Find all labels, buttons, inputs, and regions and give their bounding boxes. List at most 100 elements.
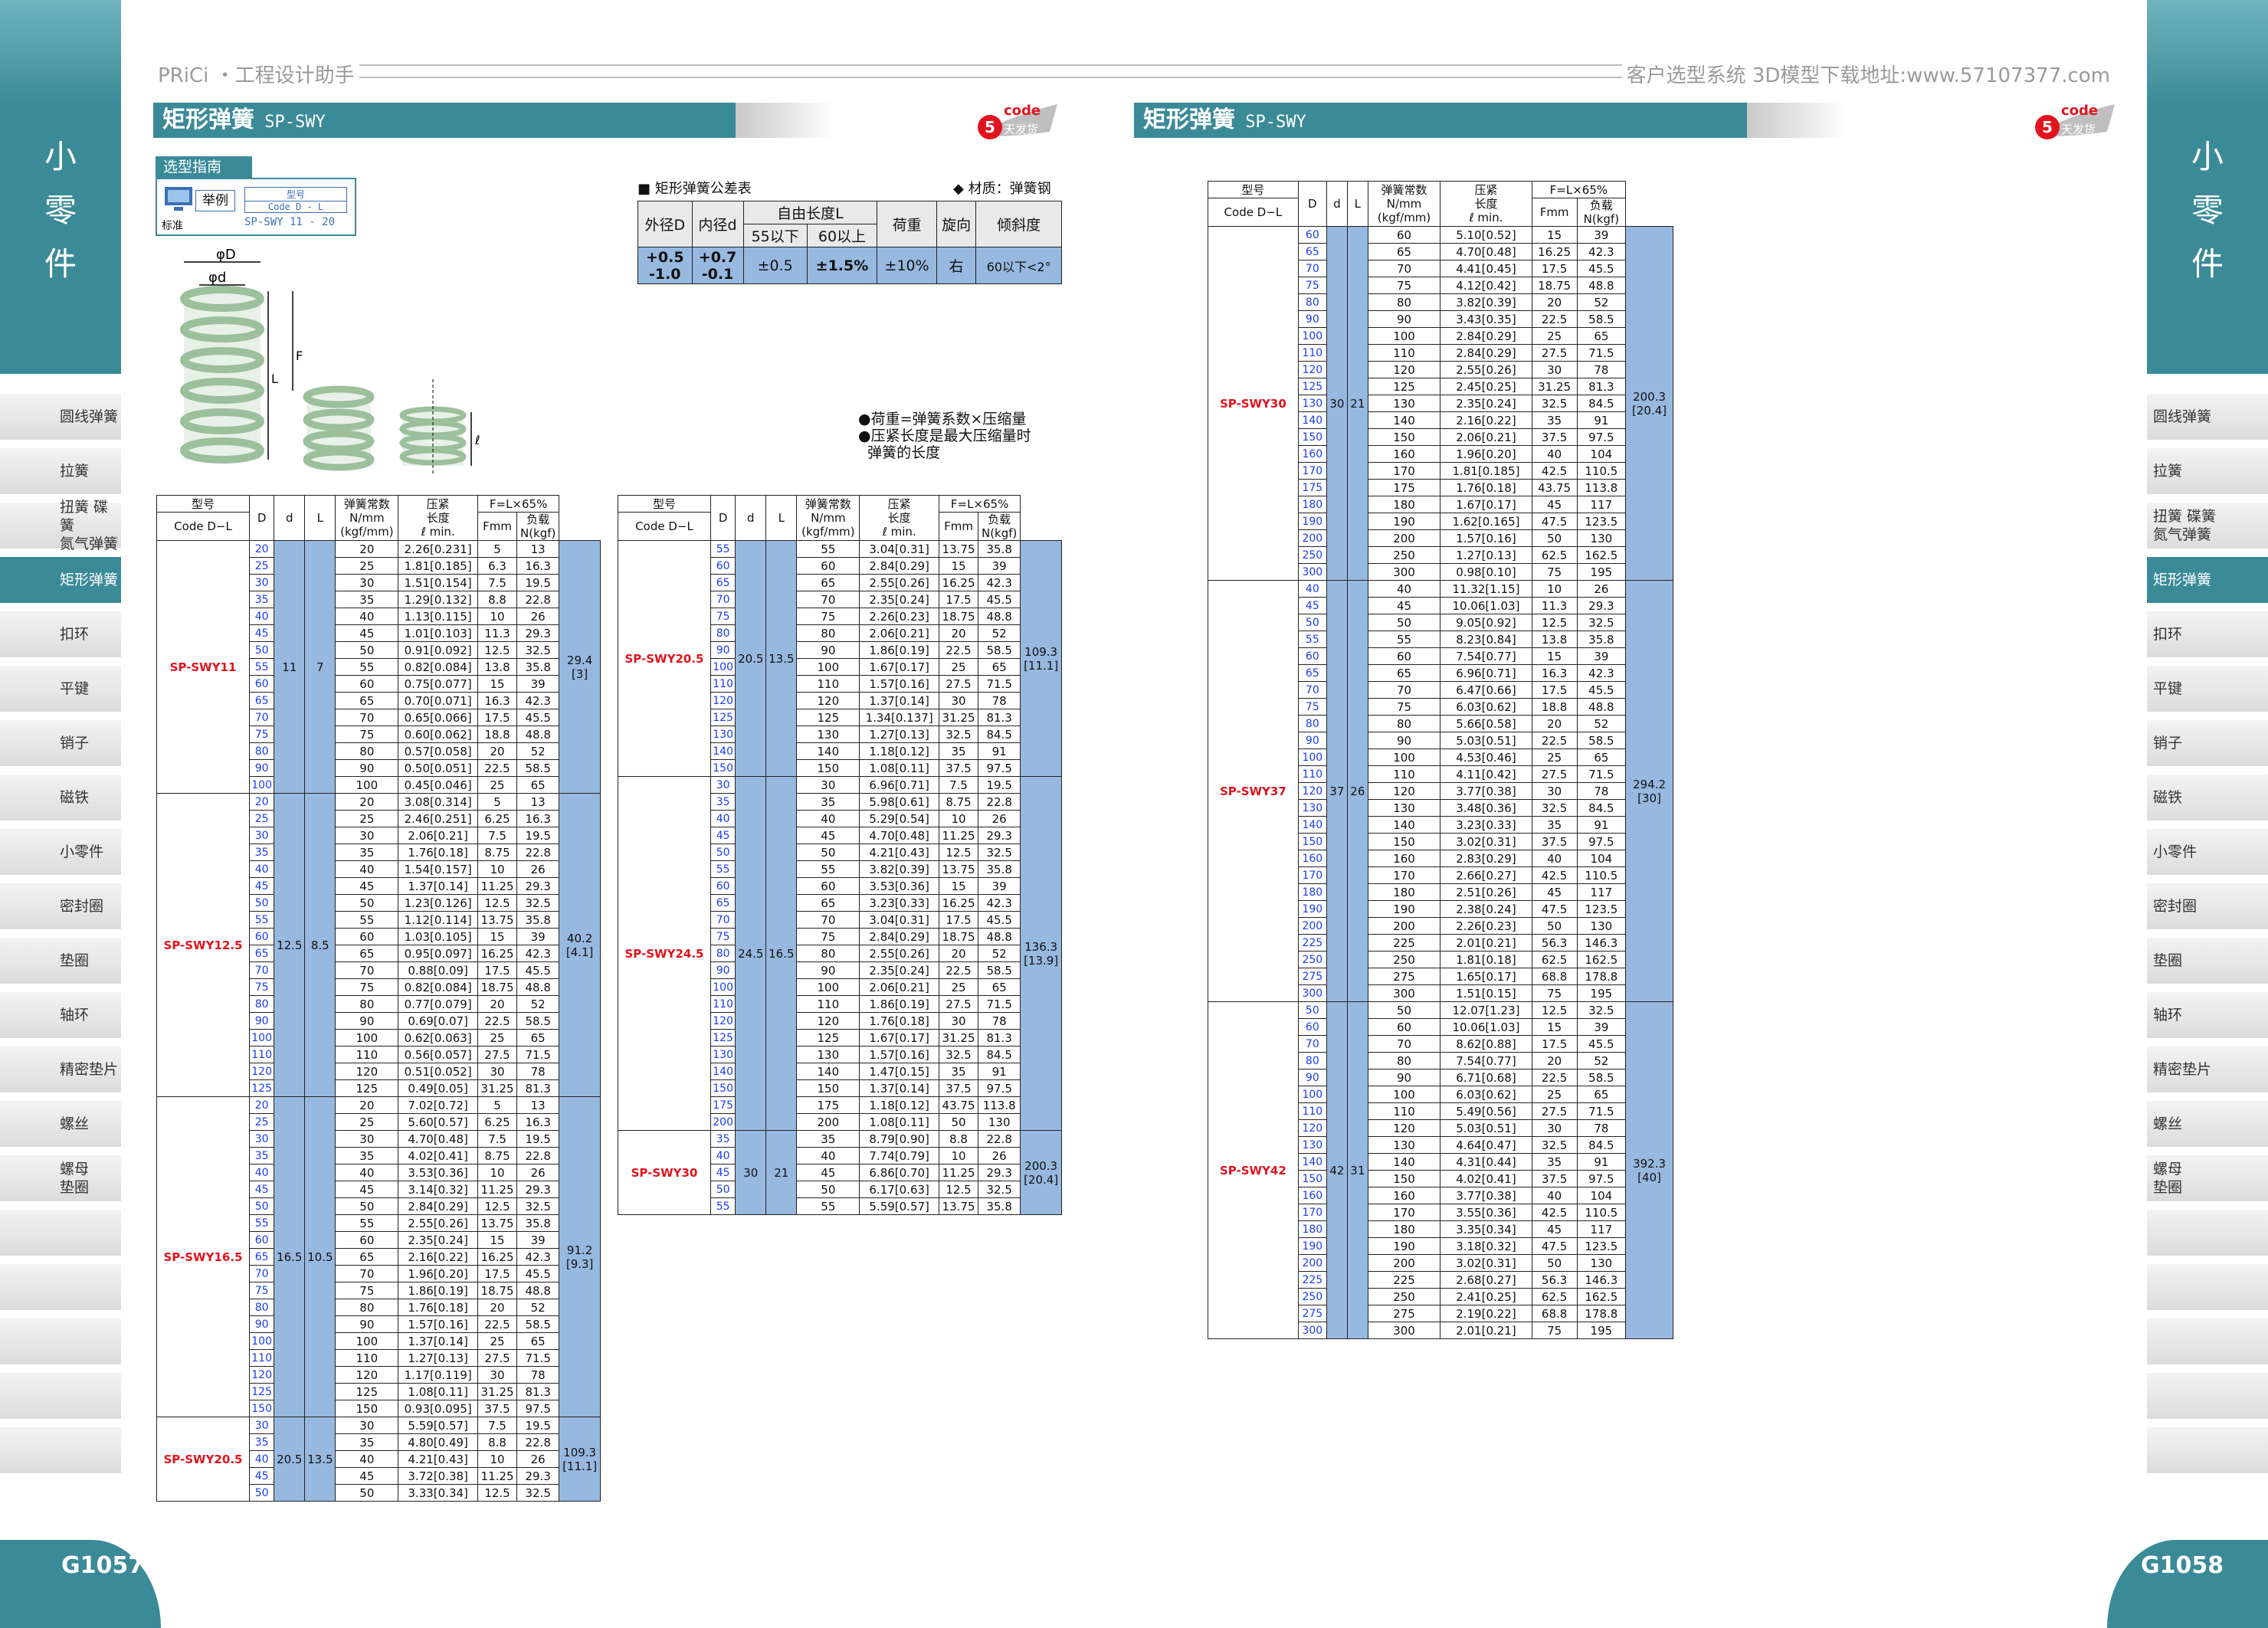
nav-item[interactable]: 密封圈	[0, 883, 121, 929]
compressed-cell: 37.5	[938, 759, 979, 777]
nav-item[interactable]: 垫圈	[2147, 938, 2268, 984]
length-cell: 70	[796, 911, 860, 929]
nav-item[interactable]: 轴环	[0, 992, 121, 1038]
spring-const-cell: 0.60[0.062]	[398, 726, 478, 743]
nav-item[interactable]: 螺丝	[2147, 1101, 2268, 1147]
compressed-cell: 30	[938, 1012, 979, 1030]
length-code-cell: 60	[1297, 226, 1327, 244]
nav-item[interactable]: 销子	[2147, 720, 2268, 766]
nav-item[interactable]: 密封圈	[2147, 883, 2268, 929]
nav-item[interactable]: 矩形弹簧	[2147, 557, 2268, 603]
left-title-sub: SP-SWY	[254, 113, 326, 132]
nav-item[interactable]: 扭簧 碟簧 氮气弹簧	[2147, 503, 2268, 549]
length-cell: 35	[335, 1147, 399, 1164]
length-cell: 120	[335, 1063, 399, 1080]
length-code-cell: 45	[248, 624, 275, 642]
length-cell: 65	[335, 1248, 399, 1266]
compressed-cell: 13.8	[477, 658, 518, 676]
nav-item[interactable]: 拉簧	[2147, 448, 2268, 494]
nav-item[interactable]: 销子	[0, 720, 121, 766]
nav-item[interactable]: 精密垫片	[2147, 1047, 2268, 1092]
nav-item[interactable]: 矩形弹簧	[0, 557, 121, 603]
length-code-cell: 65	[710, 894, 736, 912]
compressed-cell: 11.3	[477, 624, 518, 642]
model-code: SP-SWY30	[1219, 396, 1286, 411]
length-cell: 100	[335, 776, 399, 794]
spring-const-cell: 3.53[0.36]	[859, 877, 939, 895]
model-code: SP-SWY20.5	[624, 651, 704, 666]
fmm-cell: 113.8	[978, 1096, 1021, 1114]
table-row: SP-SWY30 60 30 21 60 5.10[0.52] 15 39 200.3 [20.…	[1208, 226, 1673, 581]
dim-d: 21	[1346, 226, 1368, 581]
fmm-cell: 45.5	[1576, 681, 1627, 699]
length-cell: 80	[1367, 715, 1441, 732]
length-code-cell: 35	[248, 591, 275, 608]
length-cell: 110	[1367, 765, 1441, 783]
nav-item[interactable]: 磁铁	[0, 775, 121, 821]
length-cell: 40	[335, 608, 399, 625]
nav-item[interactable]: 轴环	[2147, 992, 2268, 1038]
nav-item[interactable]: 磁铁	[2147, 775, 2268, 821]
fmm-cell: 78	[1576, 1119, 1627, 1137]
nav-item[interactable]: 圆线弹簧	[0, 394, 121, 440]
fmm-cell: 26	[516, 1450, 560, 1468]
length-cell: 125	[796, 709, 860, 726]
length-code-cell: 70	[248, 1265, 275, 1282]
compressed-cell: 47.5	[1531, 513, 1578, 530]
nav-item[interactable]: 螺母 垫圈	[0, 1155, 121, 1201]
compressed-cell: 15	[1531, 647, 1578, 665]
load-cell: 200.3 [20.4]	[1020, 1130, 1062, 1215]
fmm-cell: 35.8	[978, 1197, 1021, 1215]
length-code-cell: 190	[1297, 1237, 1327, 1255]
compressed-cell: 17.5	[477, 709, 518, 726]
compressed-cell: 10	[938, 1147, 979, 1164]
compressed-cell: 13.75	[938, 1197, 979, 1215]
header-right-text: 客户选型系统 3D模型下载地址:www.57107377.com	[1621, 60, 2115, 88]
length-cell: 150	[1367, 1170, 1441, 1187]
fmm-cell: 162.5	[1576, 1288, 1627, 1305]
fmm-cell: 45.5	[978, 911, 1021, 929]
length-code-cell: 65	[248, 945, 275, 962]
length-cell: 45	[796, 827, 860, 844]
nav-item[interactable]: 平键	[0, 666, 121, 712]
compressed-cell: 18.75	[938, 608, 979, 625]
dim-D: 30	[1326, 226, 1348, 581]
nav-item[interactable]: 精密垫片	[0, 1047, 121, 1092]
th-model: 型号	[618, 495, 711, 513]
nav-item[interactable]: 小零件	[2147, 829, 2268, 875]
compressed-cell: 18.75	[477, 978, 518, 996]
th-d: d	[1326, 181, 1348, 227]
nav-item[interactable]: 拉簧	[0, 448, 121, 494]
nav-item[interactable]: 圆线弹簧	[2147, 394, 2268, 440]
nav-item[interactable]: 扭簧 碟簧 氮气弹簧	[0, 499, 121, 552]
fmm-cell: 104	[1576, 1187, 1627, 1204]
length-cell: 110	[335, 1349, 399, 1367]
length-code-cell: 250	[1297, 1288, 1327, 1305]
spring-const-cell: 3.23[0.33]	[1440, 816, 1532, 834]
fmm-cell: 78	[1576, 782, 1627, 800]
length-code-cell: 70	[1297, 260, 1327, 277]
length-cell: 100	[1367, 748, 1441, 766]
nav-item[interactable]: 螺丝	[0, 1101, 121, 1147]
length-cell: 100	[796, 978, 860, 996]
fmm-cell: 52	[1576, 293, 1627, 311]
fmm-cell: 84.5	[1576, 799, 1627, 817]
note-1: ●荷重=弹簧系数×压缩量	[858, 411, 1027, 427]
fmm-cell: 97.5	[1576, 833, 1627, 850]
fmm-cell: 195	[1576, 563, 1627, 581]
nav-item[interactable]: 扣环	[0, 611, 121, 657]
spring-const-cell: 2.84[0.29]	[859, 557, 939, 575]
spring-const-cell: 6.03[0.62]	[1440, 1086, 1532, 1103]
length-code-cell: 275	[1297, 968, 1327, 985]
fmm-cell: 19.5	[516, 1417, 560, 1434]
length-code-cell: 40	[248, 860, 275, 878]
nav-item[interactable]: 平键	[2147, 666, 2268, 712]
nav-item[interactable]: 扣环	[2147, 611, 2268, 657]
compressed-cell: 5	[477, 793, 518, 811]
nav-item[interactable]: 螺母 垫圈	[2147, 1155, 2268, 1201]
nav-item[interactable]: 垫圈	[0, 938, 121, 984]
nav-item[interactable]: 小零件	[0, 829, 121, 875]
delivery-logo: 5 code 天发货	[973, 98, 1062, 142]
spring-const-cell: 1.37[0.14]	[398, 877, 478, 895]
fmm-cell: 58.5	[978, 641, 1021, 659]
